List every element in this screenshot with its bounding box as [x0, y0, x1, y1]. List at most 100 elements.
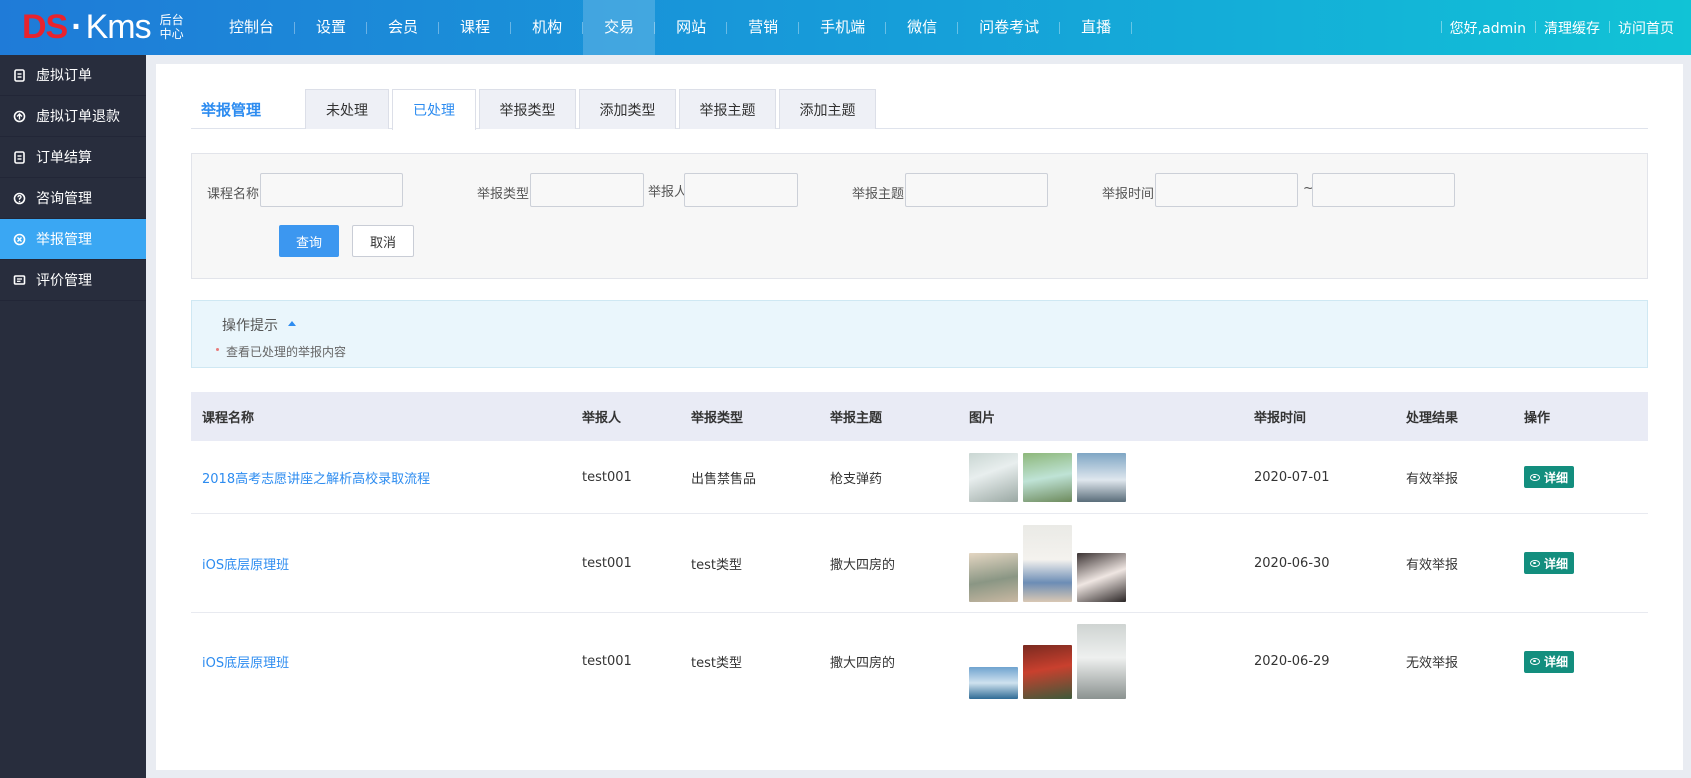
sidebar-item-consult[interactable]: 咨询管理 [0, 178, 146, 219]
nav-item-courses[interactable]: 课程 [439, 0, 512, 55]
images-cell [969, 452, 1254, 502]
doc-icon [12, 68, 26, 82]
reporter-input[interactable] [684, 173, 798, 207]
report-image-thumbnail[interactable] [969, 452, 1018, 502]
table-header: 课程名称 举报人 举报类型 举报主题 图片 举报时间 处理结果 操作 [191, 392, 1648, 441]
detail-button[interactable]: 详细 [1524, 650, 1575, 673]
table-row: 2018高考志愿讲座之解析高校录取流程 test001 出售禁售品 枪支弹药 2… [191, 441, 1648, 514]
course-name-link[interactable]: iOS底层原理班 [191, 554, 582, 573]
report-subject-label: 举报主题 [852, 187, 905, 202]
result-cell: 有效举报 [1406, 471, 1459, 487]
nav-item-website[interactable]: 网站 [655, 0, 728, 55]
report-image-thumbnail[interactable] [1023, 452, 1072, 502]
nav-item-survey-exam[interactable]: 问卷考试 [958, 0, 1061, 55]
eye-icon [1530, 473, 1540, 481]
report-image-thumbnail[interactable] [1077, 452, 1126, 502]
sidebar-item-report[interactable]: 举报管理 [0, 219, 146, 260]
course-name-link[interactable]: 2018高考志愿讲座之解析高校录取流程 [191, 468, 582, 487]
top-navbar: DS · Kms 后台 中心 控制台 设置 会员 课程 机构 交易 网站 营销 手机… [0, 0, 1691, 55]
tab-unprocessed[interactable]: 未处理 [305, 89, 389, 129]
query-button[interactable]: 查询 [279, 225, 339, 257]
course-name-input[interactable] [260, 173, 403, 207]
sidebar-item-label: 虚拟订单 [36, 68, 92, 84]
actions-cell: 详细 [1524, 466, 1644, 488]
report-image-thumbnail[interactable] [969, 667, 1018, 699]
nav-item-institutions[interactable]: 机构 [511, 0, 584, 55]
caret-up-icon[interactable] [288, 321, 296, 326]
user-links: 您好,admin 清理缓存 访问首页 [1440, 0, 1683, 55]
col-images: 图片 [969, 411, 996, 426]
logo-subtitle: 后台 中心 [159, 13, 184, 41]
tips-title[interactable]: 操作提示 [222, 315, 278, 335]
detail-button-label: 详细 [1544, 470, 1569, 485]
report-image-thumbnail[interactable] [1077, 624, 1126, 699]
nav-item-wechat[interactable]: 微信 [886, 0, 959, 55]
tab-report-subjects[interactable]: 举报主题 [679, 89, 776, 129]
report-subject-input[interactable] [905, 173, 1048, 207]
nav-item-live[interactable]: 直播 [1060, 0, 1133, 55]
cancel-button[interactable]: 取消 [352, 225, 414, 257]
main-nav: 控制台 设置 会员 课程 机构 交易 网站 营销 手机端 微信 问卷考试 直播 [208, 0, 1133, 55]
sidebar-item-virtual-orders[interactable]: 虚拟订单 [0, 55, 146, 96]
images-cell [969, 524, 1254, 602]
report-time-start-input[interactable] [1155, 173, 1298, 207]
detail-button[interactable]: 详细 [1524, 552, 1575, 574]
detail-button[interactable]: 详细 [1524, 466, 1575, 488]
table-row: iOS底层原理班 test001 test类型 撒大四房的 2020-06-30… [191, 514, 1648, 613]
report-subject-cell: 撒大四房的 [830, 656, 896, 671]
nav-item-trade[interactable]: 交易 [583, 0, 656, 55]
course-name-link[interactable]: iOS底层原理班 [191, 652, 582, 671]
report-image-thumbnail[interactable] [1023, 645, 1072, 699]
report-time-cell: 2020-06-30 [1254, 555, 1330, 571]
reporter-cell: test001 [582, 654, 632, 669]
report-type-cell: 出售禁售品 [691, 471, 757, 487]
nav-item-dashboard[interactable]: 控制台 [208, 0, 296, 55]
result-cell: 有效举报 [1406, 557, 1459, 573]
sidebar-item-order-settlement[interactable]: 订单结算 [0, 137, 146, 178]
refund-icon [12, 109, 26, 123]
tab-bar: 举报管理 未处理 已处理 举报类型 添加类型 举报主题 添加主题 [191, 89, 1648, 130]
reports-table: 课程名称 举报人 举报类型 举报主题 图片 举报时间 处理结果 操作 2018高… [191, 392, 1648, 710]
tab-report-types[interactable]: 举报类型 [479, 89, 576, 129]
actions-cell: 详细 [1524, 552, 1644, 574]
actions-cell: 详细 [1524, 650, 1644, 673]
page-title: 举报管理 [201, 101, 262, 119]
report-image-thumbnail[interactable] [1023, 524, 1072, 602]
visit-home-link[interactable]: 访问首页 [1609, 18, 1683, 38]
nav-item-marketing[interactable]: 营销 [727, 0, 800, 55]
reporter-cell: test001 [582, 555, 632, 571]
logo[interactable]: DS · Kms 后台 中心 [22, 9, 184, 45]
clear-cache-link[interactable]: 清理缓存 [1535, 18, 1609, 38]
report-time-cell: 2020-06-29 [1254, 654, 1330, 669]
sidebar-item-review[interactable]: 评价管理 [0, 260, 146, 301]
sidebar: 虚拟订单 虚拟订单退款 订单结算 咨询管理 举报管理 评价管理 [0, 55, 146, 778]
report-time-cell: 2020-07-01 [1254, 469, 1330, 485]
tab-add-subject[interactable]: 添加主题 [779, 89, 876, 129]
sidebar-item-label: 评价管理 [36, 273, 92, 289]
user-greeting[interactable]: 您好,admin [1440, 18, 1535, 38]
sidebar-item-virtual-order-refund[interactable]: 虚拟订单退款 [0, 96, 146, 137]
report-time-end-input[interactable] [1312, 173, 1455, 207]
col-reporter: 举报人 [582, 411, 622, 426]
detail-button-label: 详细 [1544, 655, 1569, 669]
col-report-type: 举报类型 [691, 411, 744, 426]
nav-item-mobile[interactable]: 手机端 [799, 0, 887, 55]
comment-icon [12, 273, 26, 287]
report-subject-cell: 撒大四房的 [830, 557, 896, 573]
tab-processed[interactable]: 已处理 [392, 89, 476, 130]
report-image-thumbnail[interactable] [1077, 552, 1126, 602]
report-time-label: 举报时间 [1102, 187, 1155, 202]
operation-tips: 操作提示 查看已处理的举报内容 [191, 300, 1648, 368]
report-type-input[interactable] [530, 173, 644, 207]
tab-add-type[interactable]: 添加类型 [579, 89, 676, 129]
tips-text: 查看已处理的举报内容 [226, 345, 347, 359]
main-panel: 举报管理 未处理 已处理 举报类型 添加类型 举报主题 添加主题 课程名称 举报… [156, 64, 1683, 770]
report-icon [12, 232, 26, 246]
question-icon [12, 191, 26, 205]
nav-item-members[interactable]: 会员 [367, 0, 440, 55]
detail-button-label: 详细 [1544, 556, 1569, 571]
report-image-thumbnail[interactable] [969, 552, 1018, 602]
nav-item-settings[interactable]: 设置 [295, 0, 368, 55]
col-actions: 操作 [1524, 411, 1551, 426]
search-form: 课程名称 举报类型 举报人 举报主题 举报时间 ~ 查询 取消 [191, 153, 1648, 279]
